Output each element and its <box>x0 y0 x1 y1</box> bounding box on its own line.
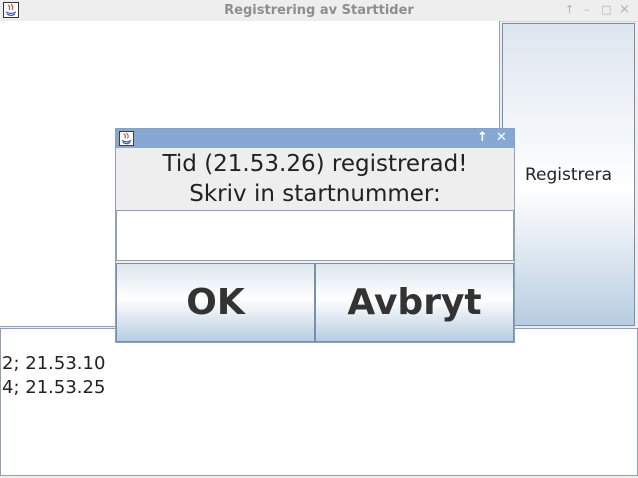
dialog-maximize-icon[interactable]: ↑ <box>477 130 488 146</box>
dialog-message-line1: Tid (21.53.26) registrerad! <box>162 151 468 177</box>
java-app-icon <box>119 131 134 146</box>
restore-icon[interactable]: – <box>584 3 590 17</box>
maximize-icon[interactable]: □ <box>601 3 611 17</box>
dialog-message-line2: Skriv in startnummer: <box>189 181 441 207</box>
dialog-close-icon[interactable]: ✕ <box>496 130 507 146</box>
ok-button[interactable]: OK <box>116 263 315 342</box>
startnumber-input[interactable] <box>116 210 514 261</box>
register-button[interactable]: Registrera <box>502 23 635 326</box>
minimize-icon[interactable]: ↑ <box>565 3 574 17</box>
cancel-button[interactable]: Avbryt <box>315 263 514 342</box>
window-titlebar[interactable]: Registrering av Starttider ↑ – □ × <box>0 0 638 22</box>
log-line: 4; 21.53.25 <box>2 377 106 398</box>
close-icon[interactable]: × <box>619 3 630 17</box>
startnumber-dialog: ↑ ✕ Tid (21.53.26) registrerad! Skriv in… <box>115 128 515 343</box>
window-title: Registrering av Starttider <box>224 3 414 18</box>
log-line: 2; 21.53.10 <box>2 353 106 374</box>
dialog-titlebar[interactable]: ↑ ✕ <box>116 129 514 148</box>
log-text-area[interactable]: 2; 21.53.10 4; 21.53.25 <box>0 328 638 476</box>
